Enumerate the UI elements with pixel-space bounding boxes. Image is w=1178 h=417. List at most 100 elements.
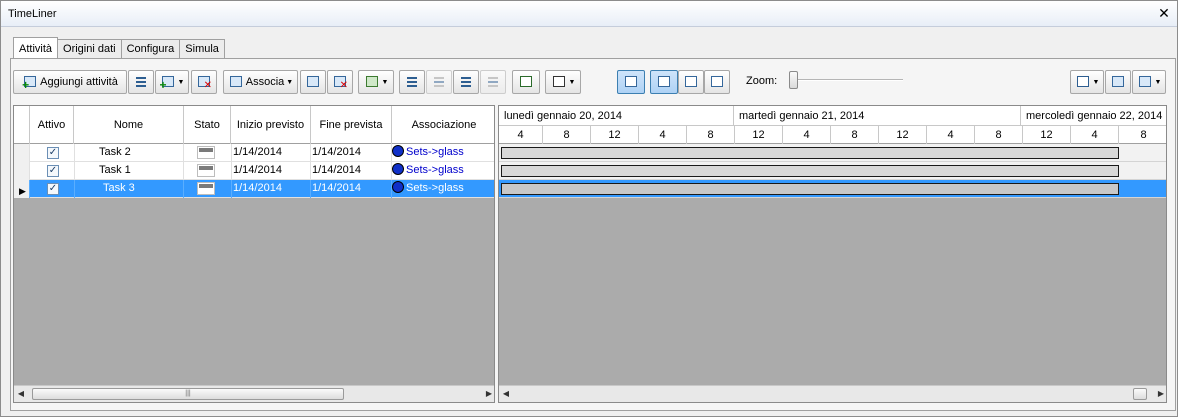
- gantt-row: [499, 162, 1166, 180]
- zoom-label: Zoom:: [746, 75, 778, 87]
- planned-start[interactable]: 1/14/2014: [231, 180, 311, 198]
- view-gantt-button[interactable]: [678, 70, 704, 94]
- column-header-associazione[interactable]: Associazione: [392, 106, 494, 144]
- column-header-attivo[interactable]: Attivo: [30, 106, 74, 144]
- scroll-left-icon[interactable]: ◀: [15, 388, 27, 400]
- gantt-hour-label: 4: [927, 126, 975, 144]
- attachment-link[interactable]: Sets->glass: [406, 182, 464, 194]
- selection-set-icon: [392, 145, 404, 157]
- column-header-inizio-previsto[interactable]: Inizio previsto: [231, 106, 311, 144]
- delete-task-button[interactable]: ✕: [191, 70, 217, 94]
- tab-attivita[interactable]: Attività: [13, 37, 59, 59]
- close-icon[interactable]: ✕: [1157, 5, 1171, 21]
- row-selector[interactable]: [14, 144, 30, 162]
- gantt-scroll-thumb[interactable]: [1133, 388, 1147, 400]
- table-row[interactable]: ✓ Task 1 1/14/2014 1/14/2014 Sets->glass: [14, 162, 494, 180]
- export-button[interactable]: ▼: [1132, 70, 1166, 94]
- title-bar: TimeLiner ✕: [1, 1, 1177, 27]
- grid-horizontal-scrollbar[interactable]: ◀ ||| ▶: [14, 385, 494, 402]
- find-items-button[interactable]: ▼: [358, 70, 394, 94]
- gantt-row: [499, 180, 1166, 198]
- gantt-task-bar[interactable]: [501, 165, 1119, 177]
- indent-icon: [458, 74, 474, 90]
- column-header-nome[interactable]: Nome: [74, 106, 184, 144]
- attach-button[interactable]: Associa ▼: [223, 70, 298, 94]
- scroll-right-icon[interactable]: ▶: [1155, 388, 1166, 400]
- active-checkbox[interactable]: ✓: [47, 183, 59, 195]
- chevron-down-icon: ▼: [286, 78, 294, 86]
- status-icon: [197, 164, 215, 177]
- status-icon: [197, 146, 215, 159]
- planned-end[interactable]: 1/14/2014: [311, 162, 392, 180]
- gantt-hour-label: 12: [591, 126, 639, 144]
- table-row[interactable]: ▶ ✓ Task 3 1/14/2014 1/14/2014 Sets->gla…: [14, 180, 494, 198]
- planned-end[interactable]: 1/14/2014: [311, 180, 392, 198]
- clear-attachments-button[interactable]: ✕: [327, 70, 353, 94]
- attach-icon: [228, 74, 244, 90]
- add-comment-button[interactable]: [512, 70, 540, 94]
- gantt-day-label: mercoledì gennaio 22, 2014: [1026, 110, 1163, 122]
- status-icon: [197, 182, 215, 195]
- scroll-right-icon[interactable]: ▶: [483, 388, 494, 400]
- tab-origini-dati[interactable]: Origini dati: [57, 39, 122, 59]
- move-down-button[interactable]: [426, 70, 452, 94]
- task-name[interactable]: Task 2: [74, 144, 184, 162]
- gantt-hour-label: 12: [1023, 126, 1071, 144]
- gantt-date-header: lunedì gennaio 20, 2014 martedì gennaio …: [499, 106, 1166, 126]
- planned-start[interactable]: 1/14/2014: [231, 162, 311, 180]
- timeliner-window: TimeLiner ✕ Attività Origini dati Config…: [0, 0, 1178, 417]
- move-up-button[interactable]: [399, 70, 425, 94]
- gantt-horizontal-scrollbar[interactable]: ◀ ▶: [499, 385, 1166, 402]
- attachment-cell[interactable]: Sets->glass: [392, 162, 494, 180]
- task-name[interactable]: Task 1: [74, 162, 184, 180]
- zoom-slider-thumb[interactable]: [789, 71, 798, 89]
- view-task-list-button[interactable]: [617, 70, 645, 94]
- row-selector[interactable]: [14, 162, 30, 180]
- move-up-icon: [404, 74, 420, 90]
- auto-add-tasks-button[interactable]: + ▼: [155, 70, 189, 94]
- gantt-task-bar[interactable]: [501, 147, 1119, 159]
- row-selector[interactable]: ▶: [14, 180, 30, 198]
- gantt-task-bar[interactable]: [501, 183, 1119, 195]
- gantt-row: [499, 144, 1166, 162]
- import-button[interactable]: [1105, 70, 1131, 94]
- auto-add-icon: +: [160, 74, 176, 91]
- column-header-fine-prevista[interactable]: Fine prevista: [311, 106, 392, 144]
- attach-rules-button[interactable]: [300, 70, 326, 94]
- gantt-chart: lunedì gennaio 20, 2014 martedì gennaio …: [498, 105, 1167, 403]
- active-checkbox[interactable]: ✓: [47, 165, 59, 177]
- filter-button[interactable]: ▼: [1070, 70, 1104, 94]
- move-down-icon: [431, 74, 447, 90]
- task-name[interactable]: Task 3: [74, 180, 184, 198]
- chevron-down-icon: ▼: [568, 78, 576, 86]
- tab-simula[interactable]: Simula: [179, 39, 225, 59]
- gantt-hour-label: 8: [543, 126, 591, 144]
- gantt-hour-label: 12: [735, 126, 783, 144]
- zoom-slider[interactable]: [793, 79, 903, 81]
- add-task-label: Aggiungi attività: [40, 76, 118, 88]
- attachment-cell[interactable]: Sets->glass: [392, 144, 494, 162]
- column-header-stato[interactable]: Stato: [184, 106, 231, 144]
- indent-button[interactable]: [453, 70, 479, 94]
- attachment-cell[interactable]: Sets->glass: [392, 180, 494, 198]
- view-both-button[interactable]: [704, 70, 730, 94]
- grid-scroll-thumb[interactable]: |||: [32, 388, 344, 400]
- grid-header: Attivo Nome Stato Inizio previsto Fine p…: [14, 106, 494, 144]
- attachment-link[interactable]: Sets->glass: [406, 146, 464, 158]
- planned-end[interactable]: 1/14/2014: [311, 144, 392, 162]
- attach-rules-icon: [305, 74, 321, 90]
- outdent-button[interactable]: [480, 70, 506, 94]
- view-split-button[interactable]: [650, 70, 678, 94]
- active-checkbox[interactable]: ✓: [47, 147, 59, 159]
- columns-button[interactable]: ▼: [545, 70, 581, 94]
- delete-task-icon: ✕: [196, 74, 212, 91]
- scroll-left-icon[interactable]: ◀: [500, 388, 512, 400]
- attachment-link[interactable]: Sets->glass: [406, 164, 464, 176]
- table-row[interactable]: ✓ Task 2 1/14/2014 1/14/2014 Sets->glass: [14, 144, 494, 162]
- insert-task-button[interactable]: [128, 70, 154, 94]
- add-task-button[interactable]: + Aggiungi attività: [13, 70, 127, 94]
- chevron-down-icon: ▼: [1154, 78, 1162, 86]
- tab-configura[interactable]: Configura: [120, 39, 181, 59]
- planned-start[interactable]: 1/14/2014: [231, 144, 311, 162]
- add-task-icon: +: [22, 74, 38, 91]
